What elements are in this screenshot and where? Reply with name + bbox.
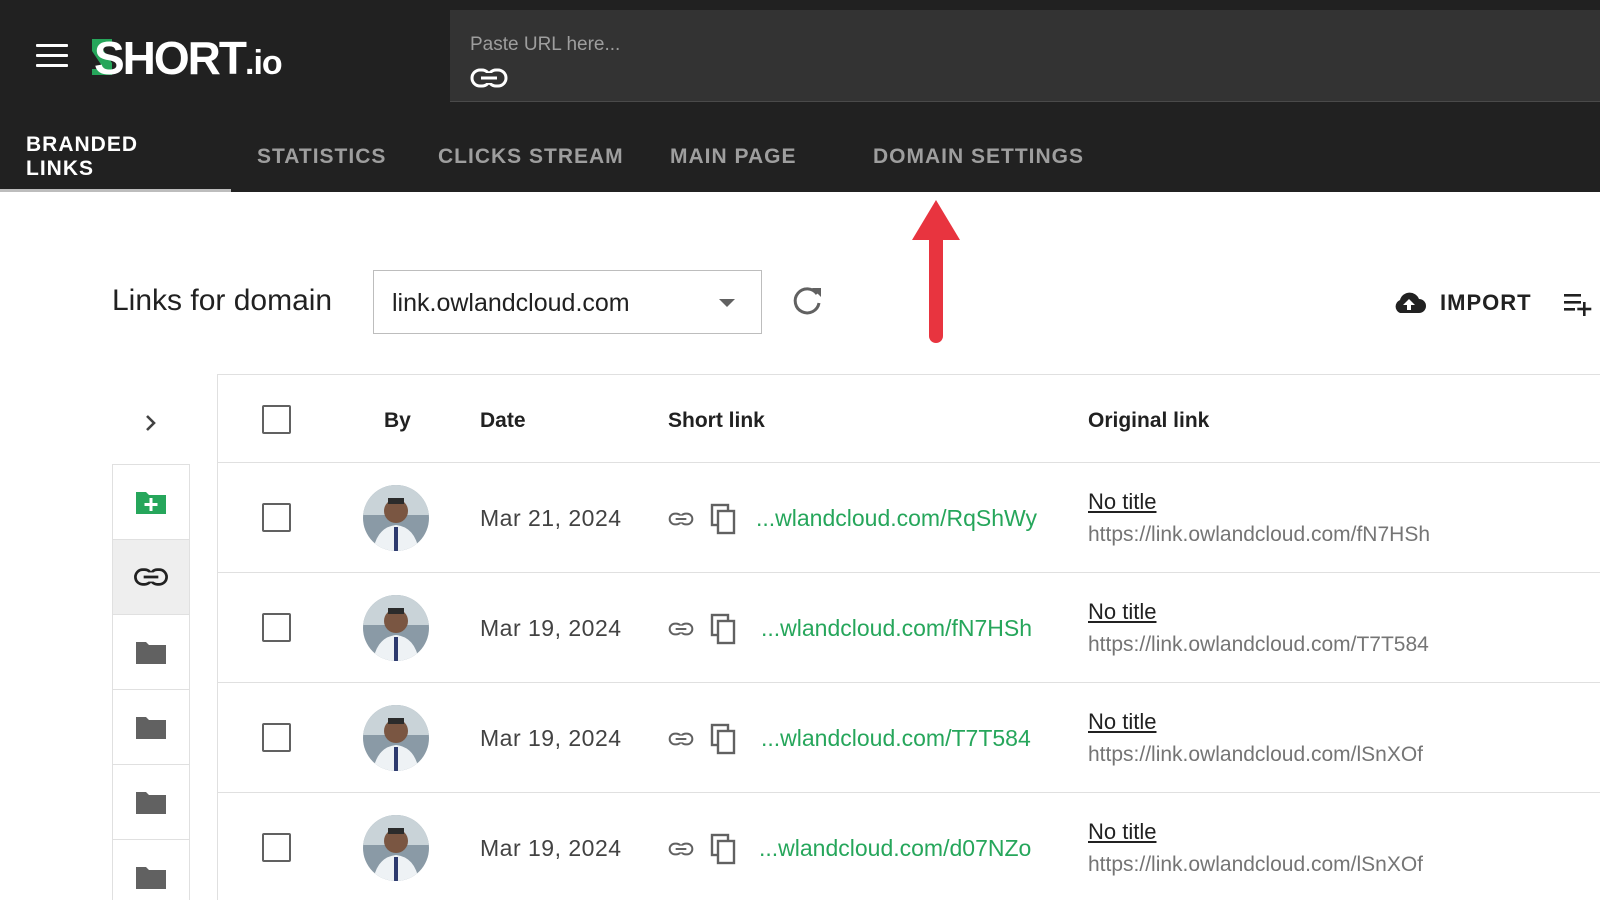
short-link[interactable]: ...wlandcloud.com/T7T584: [761, 725, 1031, 752]
short-link[interactable]: ...wlandcloud.com/RqShWy: [756, 505, 1037, 532]
avatar: [363, 595, 429, 661]
row-checkbox[interactable]: [262, 723, 291, 752]
row-date: Mar 19, 2024: [480, 835, 622, 861]
folder-icon: [136, 717, 166, 739]
all-links-button[interactable]: [113, 540, 189, 615]
page-title: Links for domain: [112, 284, 333, 317]
folder-item[interactable]: [113, 615, 189, 690]
link-icon: [470, 68, 508, 88]
playlist-add-icon[interactable]: [1562, 290, 1592, 318]
link-icon[interactable]: [668, 731, 694, 747]
domain-select[interactable]: link.owlandcloud.com: [373, 270, 762, 334]
row-checkbox[interactable]: [262, 613, 291, 642]
link-icon[interactable]: [668, 511, 694, 527]
row-date: Mar 19, 2024: [480, 615, 622, 641]
annotation-arrow-icon: [912, 200, 960, 343]
tab-statistics[interactable]: STATISTICS: [231, 122, 413, 192]
link-icon[interactable]: [668, 841, 694, 857]
table-row[interactable]: Mar 19, 2024 ...wlandcloud.com/d07NZo No…: [218, 793, 1600, 900]
caret-down-icon: [719, 299, 735, 307]
original-link-url: https://link.owlandcloud.com/lSnXOf: [1088, 743, 1423, 766]
add-folder-button[interactable]: [113, 465, 189, 540]
row-checkbox[interactable]: [262, 833, 291, 862]
folder-item[interactable]: [113, 840, 189, 900]
copy-icon[interactable]: [710, 833, 738, 865]
short-link[interactable]: ...wlandcloud.com/fN7HSh: [761, 615, 1032, 642]
tab-clicks-stream[interactable]: CLICKS STREAM: [413, 122, 645, 192]
table-row[interactable]: Mar 21, 2024 ...wlandcloud.com/RqShWy No…: [218, 463, 1600, 573]
folder-item[interactable]: [113, 690, 189, 765]
chevron-right-icon[interactable]: [140, 410, 162, 436]
original-link-title[interactable]: No title: [1088, 819, 1156, 845]
copy-icon[interactable]: [710, 613, 738, 645]
row-date: Mar 21, 2024: [480, 505, 622, 531]
copy-icon[interactable]: [710, 503, 738, 535]
folder-add-icon: [136, 492, 166, 514]
column-header-date[interactable]: Date: [480, 409, 526, 433]
avatar: [363, 705, 429, 771]
row-date: Mar 19, 2024: [480, 725, 622, 751]
original-link-url: https://link.owlandcloud.com/T7T584: [1088, 633, 1429, 656]
links-table: By Date Short link Original link Mar 21,…: [217, 374, 1600, 900]
domain-select-value: link.owlandcloud.com: [392, 289, 630, 317]
column-header-original-link: Original link: [1088, 409, 1210, 432]
folder-icon: [136, 642, 166, 664]
cloud-upload-icon: [1395, 292, 1426, 313]
logo-suffix: .io: [245, 44, 283, 82]
refresh-icon[interactable]: [790, 284, 824, 318]
original-link-title[interactable]: No title: [1088, 489, 1156, 515]
folder-item[interactable]: [113, 765, 189, 840]
table-row[interactable]: Mar 19, 2024 ...wlandcloud.com/T7T584 No…: [218, 683, 1600, 793]
url-input-placeholder: Paste URL here...: [470, 34, 621, 55]
row-checkbox[interactable]: [262, 503, 291, 532]
folder-rail: [112, 464, 190, 900]
tab-branded-links[interactable]: BRANDED LINKS: [0, 122, 231, 192]
original-link-url: https://link.owlandcloud.com/lSnXOf: [1088, 853, 1423, 876]
tab-domain-settings[interactable]: DOMAIN SETTINGS: [847, 122, 1107, 192]
link-icon[interactable]: [668, 621, 694, 637]
folder-icon: [136, 792, 166, 814]
select-all-checkbox[interactable]: [262, 405, 291, 434]
column-header-short-link: Short link: [668, 409, 765, 432]
menu-icon[interactable]: [36, 44, 68, 70]
column-header-by: By: [384, 409, 411, 432]
avatar: [363, 485, 429, 551]
import-label: IMPORT: [1440, 290, 1532, 315]
url-input[interactable]: Paste URL here...: [450, 10, 1600, 102]
avatar: [363, 815, 429, 881]
logo-text: SHORT.io: [92, 32, 283, 84]
table-header: By Date Short link Original link: [218, 375, 1600, 463]
original-link-title[interactable]: No title: [1088, 709, 1156, 735]
nav-tabs: BRANDED LINKS STATISTICS CLICKS STREAM M…: [0, 122, 1107, 192]
tab-main-page[interactable]: MAIN PAGE: [645, 122, 847, 192]
original-link-url: https://link.owlandcloud.com/fN7HSh: [1088, 523, 1430, 546]
import-button[interactable]: IMPORT: [1392, 286, 1532, 320]
link-icon: [134, 568, 168, 586]
top-app-bar: SHORT.io Paste URL here... BRANDED LINKS…: [0, 0, 1600, 192]
original-link-title[interactable]: No title: [1088, 599, 1156, 625]
folder-icon: [136, 867, 166, 889]
logo[interactable]: SHORT.io: [92, 30, 283, 86]
short-link[interactable]: ...wlandcloud.com/d07NZo: [759, 835, 1031, 862]
copy-icon[interactable]: [710, 723, 738, 755]
table-row[interactable]: Mar 19, 2024 ...wlandcloud.com/fN7HSh No…: [218, 573, 1600, 683]
